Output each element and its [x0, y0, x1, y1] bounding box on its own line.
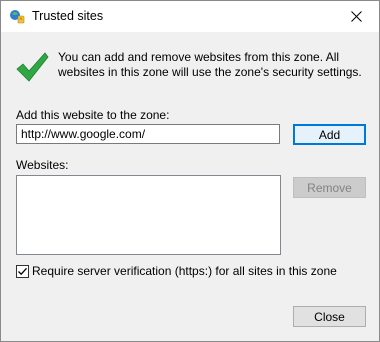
https-verification-label: Require server verification (https:) for…: [32, 264, 337, 278]
websites-list[interactable]: [16, 175, 281, 255]
window-title: Trusted sites: [32, 9, 104, 23]
website-url-input[interactable]: [16, 124, 280, 144]
https-verification-row[interactable]: Require server verification (https:) for…: [16, 264, 337, 278]
add-website-label: Add this website to the zone:: [16, 108, 170, 122]
checkbox-check-icon: [18, 267, 27, 275]
remove-button[interactable]: Remove: [293, 177, 366, 198]
close-icon[interactable]: [333, 1, 379, 32]
websites-label: Websites:: [16, 158, 69, 172]
checkmark-icon: [15, 51, 49, 83]
trusted-sites-icon: [9, 8, 25, 24]
zone-info-message: You can add and remove websites from thi…: [58, 50, 362, 79]
trusted-sites-dialog: Trusted sites You can add and remove web…: [0, 0, 380, 342]
add-button[interactable]: Add: [293, 124, 366, 145]
title-bar: Trusted sites: [1, 1, 379, 32]
https-verification-checkbox[interactable]: [16, 264, 29, 278]
close-button[interactable]: Close: [293, 306, 366, 327]
